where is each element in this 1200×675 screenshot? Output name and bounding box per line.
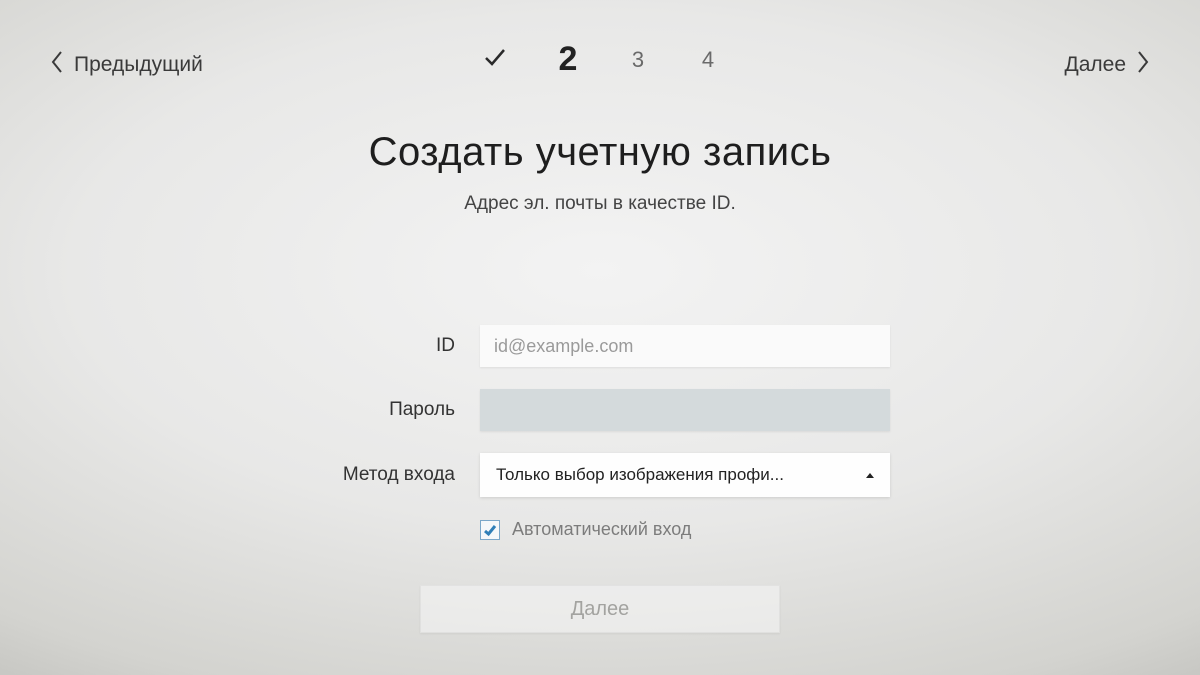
chevron-right-icon xyxy=(1136,50,1150,80)
chevron-left-icon xyxy=(50,50,64,80)
step-4: 4 xyxy=(698,47,718,73)
next-label: Далее xyxy=(1064,53,1126,77)
page-title: Создать учетную запись xyxy=(0,130,1200,175)
caret-up-icon xyxy=(866,473,874,478)
page-subtitle: Адрес эл. почты в качестве ID. xyxy=(0,193,1200,215)
step-3: 3 xyxy=(628,47,648,73)
auto-login-label: Автоматический вход xyxy=(512,519,691,540)
login-method-row: Метод входа Только выбор изображения про… xyxy=(310,453,890,497)
previous-button[interactable]: Предыдущий xyxy=(50,50,203,80)
next-bottom-label: Далее xyxy=(571,598,630,621)
previous-label: Предыдущий xyxy=(74,53,203,77)
password-row: Пароль xyxy=(310,389,890,431)
id-label: ID xyxy=(310,335,480,357)
login-method-selected-text: Только выбор изображения профи... xyxy=(496,465,784,485)
login-method-label: Метод входа xyxy=(310,464,480,486)
checkbox-icon xyxy=(480,520,500,540)
next-button[interactable]: Далее xyxy=(1064,50,1150,80)
password-input[interactable] xyxy=(480,389,890,431)
id-row: ID xyxy=(310,325,890,367)
step-indicator: 2 3 4 xyxy=(482,40,718,79)
id-input[interactable] xyxy=(480,325,890,367)
step-2-current: 2 xyxy=(558,40,578,79)
create-account-form: ID Пароль Метод входа Только выбор изобр… xyxy=(310,325,890,540)
heading-area: Создать учетную запись Адрес эл. почты в… xyxy=(0,130,1200,215)
password-label: Пароль xyxy=(310,399,480,421)
auto-login-checkbox[interactable]: Автоматический вход xyxy=(480,519,890,540)
login-method-select[interactable]: Только выбор изображения профи... xyxy=(480,453,890,497)
next-bottom-button[interactable]: Далее xyxy=(420,585,780,633)
step-1-check-icon xyxy=(482,44,508,76)
